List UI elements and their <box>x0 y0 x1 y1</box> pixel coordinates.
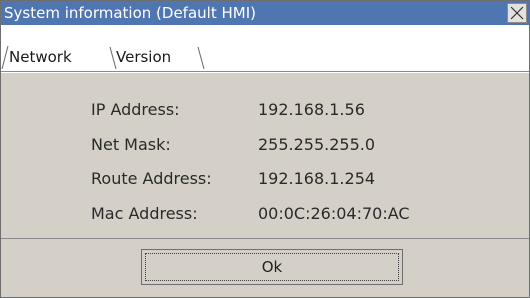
ok-button[interactable]: Ok <box>141 249 403 285</box>
tab-network[interactable]: Network <box>5 45 110 70</box>
ok-button-label: Ok <box>261 258 283 276</box>
net-mask-value: 255.255.255.0 <box>258 135 376 154</box>
tab-version[interactable]: Version <box>113 45 203 70</box>
route-address-value: 192.168.1.254 <box>258 169 376 188</box>
tab-version-label: Version <box>116 48 172 66</box>
route-address-label: Route Address: <box>91 169 212 188</box>
close-icon <box>510 6 524 20</box>
mac-address-label: Mac Address: <box>91 204 198 223</box>
mac-address-value: 00:0C:26:04:70:AC <box>258 204 410 223</box>
tab-strip: Network Version <box>1 25 529 73</box>
tab-network-label: Network <box>9 48 72 66</box>
net-mask-label: Net Mask: <box>91 135 171 154</box>
ip-address-value: 192.168.1.56 <box>258 100 365 119</box>
system-information-dialog: System information (Default HMI) Network… <box>0 0 530 298</box>
window-title: System information (Default HMI) <box>4 4 256 22</box>
footer-separator <box>1 238 529 239</box>
ip-address-label: IP Address: <box>91 100 180 119</box>
close-button[interactable] <box>507 3 527 23</box>
title-bar[interactable]: System information (Default HMI) <box>1 1 529 25</box>
tab-baseline <box>1 71 529 72</box>
tab-divider <box>197 46 205 70</box>
network-panel: IP Address: 192.168.1.56 Net Mask: 255.2… <box>1 73 529 237</box>
